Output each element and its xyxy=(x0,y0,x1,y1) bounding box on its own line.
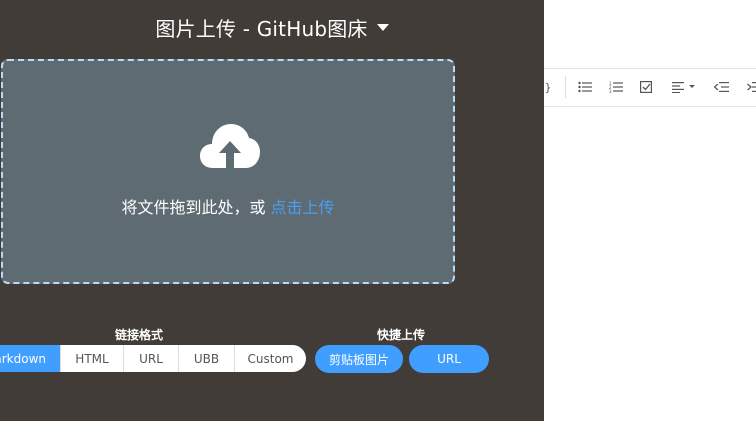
clipboard-image-button[interactable]: 剪贴板图片 xyxy=(315,345,403,373)
dialog-title[interactable]: 图片上传 - GitHub图床 xyxy=(0,12,544,42)
caret-down-icon[interactable] xyxy=(376,23,389,31)
svg-text:3: 3 xyxy=(609,89,612,93)
format-option-url[interactable]: URL xyxy=(123,345,178,372)
editor-panel: } 123 xyxy=(544,0,756,421)
align-left-icon[interactable] xyxy=(672,79,696,95)
checkbox-icon[interactable] xyxy=(640,79,653,95)
drop-instructions: 将文件拖到此处，或 点击上传 xyxy=(3,194,453,218)
brace-icon[interactable]: } xyxy=(544,79,552,95)
ordered-list-icon[interactable]: 123 xyxy=(609,79,623,95)
outdent-icon[interactable] xyxy=(714,79,729,95)
editor-toolbar: } 123 xyxy=(544,68,756,107)
title-text: 图片上传 - GitHub图床 xyxy=(155,16,368,41)
format-option-html[interactable]: HTML xyxy=(60,345,123,372)
drop-text: 将文件拖到此处，或 xyxy=(121,198,271,217)
drop-zone[interactable]: 将文件拖到此处，或 点击上传 xyxy=(1,59,455,284)
unordered-list-icon[interactable] xyxy=(578,79,592,95)
link-format-selector: Markdown HTML URL UBB Custom xyxy=(0,345,306,372)
toolbar-divider xyxy=(565,76,566,98)
click-upload-link[interactable]: 点击上传 xyxy=(271,198,335,217)
link-format-label: 链接格式 xyxy=(115,328,164,342)
cloud-upload-icon xyxy=(200,124,260,168)
quick-upload-label: 快捷上传 xyxy=(377,328,426,342)
format-option-markdown[interactable]: Markdown xyxy=(0,345,60,372)
url-upload-button[interactable]: URL xyxy=(409,345,489,373)
upload-dialog: 图片上传 - GitHub图床 将文件拖到此处，或 点击上传 链接格式 Mark… xyxy=(0,0,544,421)
indent-icon[interactable] xyxy=(747,79,756,95)
format-option-custom[interactable]: Custom xyxy=(234,345,306,372)
format-option-ubb[interactable]: UBB xyxy=(178,345,234,372)
